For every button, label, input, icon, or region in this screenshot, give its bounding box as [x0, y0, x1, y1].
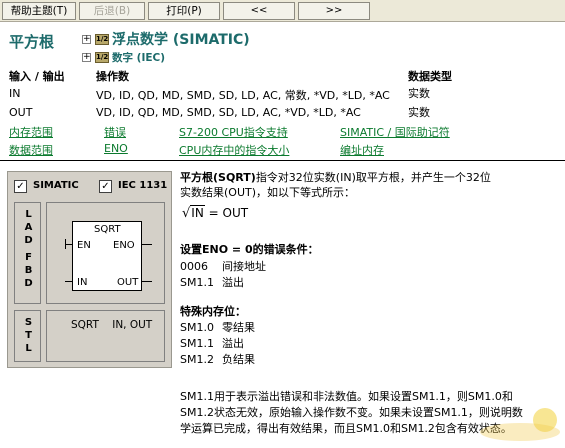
- book-icon: 1/2: [95, 33, 109, 45]
- side-letter: S: [24, 317, 33, 328]
- memory-bits-heading: 特殊内存位：: [180, 305, 246, 318]
- error-text: 间接地址: [222, 260, 266, 273]
- description-line-1: 平方根(SQRT)指令对32位实数(IN)取平方根，并产生一个32位: [180, 171, 560, 185]
- lad-fbd-side: L A D F B D: [14, 202, 41, 304]
- side-letter: L: [25, 343, 32, 354]
- out-pin-label: OUT: [117, 277, 139, 288]
- formula-rest: = OUT: [204, 206, 249, 220]
- help-topics-button[interactable]: 帮助主题(T): [2, 1, 76, 20]
- tree-label-float-math[interactable]: 浮点数学 (SIMATIC): [112, 29, 250, 49]
- power-rail: [65, 239, 66, 249]
- iec-checkbox[interactable]: ✓: [99, 180, 112, 193]
- page-title: 平方根: [9, 33, 55, 51]
- memory-bit-text: 溢出: [222, 337, 244, 350]
- side-letter: B: [24, 265, 33, 276]
- io-row-out-type: 实数: [408, 106, 430, 119]
- memory-bit-text: 零结果: [222, 321, 255, 334]
- link-memory-range[interactable]: 内存范围: [9, 124, 53, 140]
- description-line-2: 实数结果(OUT)，如以下等式所示：: [180, 186, 356, 199]
- eno-wire: [142, 244, 152, 245]
- link-cpu-support[interactable]: S7-200 CPU指令支持: [179, 124, 288, 140]
- expand-icon[interactable]: +: [82, 34, 91, 44]
- side-letter: D: [24, 278, 33, 289]
- in-wire: [65, 281, 73, 282]
- simatic-checkbox[interactable]: ✓: [14, 180, 27, 193]
- section-divider: [0, 160, 565, 161]
- book-icon: 1/2: [95, 51, 109, 63]
- simatic-label: SIMATIC: [33, 180, 79, 191]
- memory-bit-text: 负结果: [222, 353, 255, 366]
- link-errors[interactable]: 错误: [104, 124, 126, 140]
- description-text-1: 指令对32位实数(IN)取平方根，并产生一个32位: [255, 171, 491, 184]
- formula: √IN = OUT: [182, 205, 249, 221]
- note-line-3: 学运算已完成，得出有效结果，而且SM1.0和SM1.2包含有效状态。: [180, 422, 512, 435]
- error-code: SM1.1: [180, 276, 214, 289]
- out-wire: [142, 281, 152, 282]
- tree-label-numeric[interactable]: 数字 (IEC): [112, 50, 165, 65]
- back-button[interactable]: 后退(B): [79, 1, 145, 20]
- tree-item-float-math[interactable]: + 1/2 浮点数学 (SIMATIC): [82, 30, 250, 48]
- errors-heading: 设置ENO = 0的错误条件：: [180, 243, 319, 256]
- iec-label: IEC 1131: [118, 180, 168, 191]
- side-letter: T: [25, 330, 32, 341]
- topic-tree: + 1/2 浮点数学 (SIMATIC) + 1/2 数字 (IEC): [82, 30, 250, 66]
- sqrt-function-block: SQRT EN ENO IN OUT: [72, 221, 142, 291]
- memory-bit-code: SM1.0: [180, 321, 214, 334]
- instruction-panel: ✓ SIMATIC ✓ IEC 1131 L A D F B D SQRT EN…: [7, 171, 172, 368]
- side-letter: A: [24, 222, 33, 233]
- link-eno[interactable]: ENO: [104, 142, 128, 155]
- io-header-operands: 操作数: [96, 70, 129, 83]
- io-row-in-name: IN: [9, 87, 21, 100]
- tree-item-numeric[interactable]: + 1/2 数字 (IEC): [82, 48, 250, 66]
- io-row-in-operands: VD, ID, QD, MD, SMD, SD, LD, AC, 常数, *VD…: [96, 89, 390, 102]
- note-line-2: SM1.2状态无效，原始输入操作数不变。如果未设置SM1.1，则说明数: [180, 406, 523, 419]
- print-button[interactable]: 打印(P): [148, 1, 220, 20]
- note-line-1: SM1.1用于表示溢出错误和非法数值。如果设置SM1.1，则SM1.0和: [180, 390, 513, 403]
- en-wire: [65, 244, 73, 245]
- in-pin-label: IN: [77, 277, 88, 288]
- eno-pin-label: ENO: [113, 240, 135, 251]
- io-header-datatype: 数据类型: [408, 70, 452, 83]
- formula-in: IN: [190, 205, 205, 220]
- link-instruction-size[interactable]: CPU内存中的指令大小: [179, 142, 289, 158]
- side-letter: L: [25, 209, 32, 220]
- expand-icon[interactable]: +: [82, 52, 91, 62]
- instruction-name: 平方根(SQRT): [180, 171, 256, 184]
- link-data-range[interactable]: 数据范围: [9, 142, 53, 158]
- io-row-out-operands: VD, ID, QD, MD, SMD, SD, LD, AC, *VD, *L…: [96, 106, 361, 119]
- link-addressing-memory[interactable]: 编址内存: [340, 142, 384, 158]
- previous-topic-button[interactable]: <<: [223, 1, 295, 20]
- error-code: 0006: [180, 260, 208, 273]
- stl-area: SQRT IN, OUT: [46, 310, 165, 362]
- io-header-io: 输入 / 输出: [9, 70, 65, 83]
- help-toolbar: 帮助主题(T) 后退(B) 打印(P) << >>: [0, 0, 565, 22]
- stl-side: S T L: [14, 310, 41, 362]
- memory-bit-code: SM1.2: [180, 353, 214, 366]
- memory-bit-code: SM1.1: [180, 337, 214, 350]
- block-name: SQRT: [94, 224, 121, 235]
- io-row-in-type: 实数: [408, 87, 430, 100]
- io-row-out-name: OUT: [9, 106, 33, 119]
- link-mnemonics[interactable]: SIMATIC / 国际助记符: [340, 124, 450, 140]
- side-letter: F: [25, 252, 32, 263]
- en-pin-label: EN: [77, 240, 91, 251]
- next-topic-button[interactable]: >>: [298, 1, 370, 20]
- stl-instruction: SQRT IN, OUT: [71, 319, 153, 331]
- error-text: 溢出: [222, 276, 244, 289]
- side-letter: D: [24, 235, 33, 246]
